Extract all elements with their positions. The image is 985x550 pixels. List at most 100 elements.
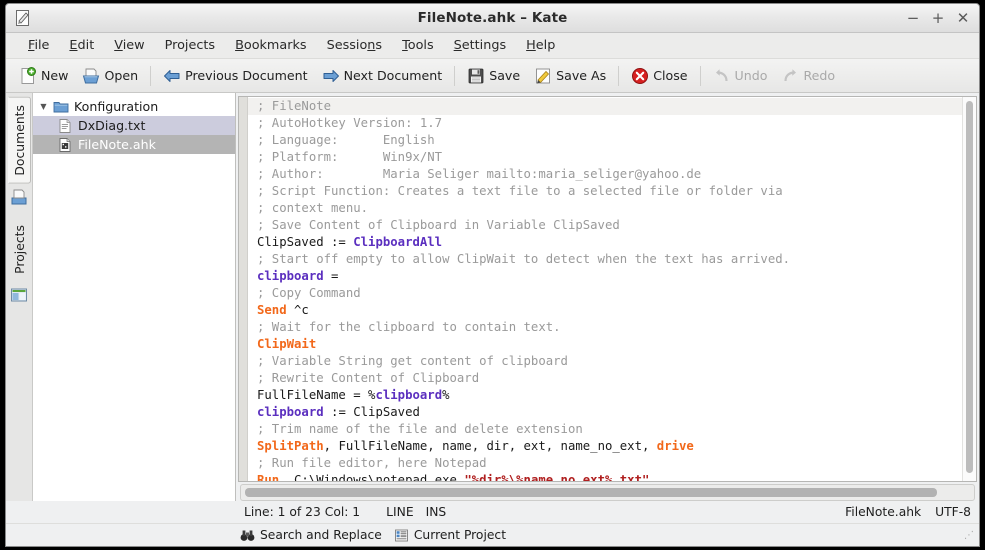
vertical-scroll-thumb[interactable] [966, 101, 973, 473]
maximize-icon[interactable]: + [931, 10, 945, 26]
code-token: = [323, 269, 339, 283]
code-line[interactable]: ; Wait for the clipboard to contain text… [248, 319, 962, 336]
code-line[interactable]: ; Copy Command [248, 285, 962, 302]
cursor-position: Line: 1 of 23 Col: 1 [244, 505, 361, 519]
insert-mode[interactable]: INS [426, 505, 447, 519]
save-as-button[interactable]: Save As [527, 63, 613, 89]
code-line[interactable]: SplitPath, FullFileName, name, dir, ext,… [248, 438, 962, 455]
code-token: ; Script Function: Creates a text file t… [257, 184, 783, 198]
menu-tools[interactable]: Tools [392, 35, 444, 56]
close-button[interactable]: Close [624, 63, 694, 89]
menu-edit[interactable]: Edit [59, 35, 104, 56]
save-as-pencil-icon [534, 67, 552, 85]
code-line[interactable]: ; Rewrite Content of Clipboard [248, 370, 962, 387]
code-token: Send [257, 303, 287, 317]
code-line[interactable]: Send ^c [248, 302, 962, 319]
kate-editor-icon [14, 9, 32, 27]
close-icon[interactable]: ✕ [956, 10, 970, 26]
menu-bar: File Edit View Projects Bookmarks Sessio… [6, 33, 979, 59]
code-line[interactable]: clipboard = [248, 268, 962, 285]
current-project-button[interactable]: Current Project [392, 527, 512, 544]
code-line[interactable]: ; Author: Maria Seliger mailto:maria_sel… [248, 166, 962, 183]
code-token: drive [656, 439, 694, 453]
editor-horizontal-scrollbar[interactable] [240, 484, 975, 501]
documents-tree[interactable]: ▼ Konfiguration DxDiag.txt FileNote.ahk [33, 93, 236, 501]
binoculars-icon [240, 528, 255, 543]
tree-root-label: Konfiguration [74, 99, 159, 114]
code-line[interactable]: ; Variable String get content of clipboa… [248, 353, 962, 370]
code-token: ClipWait [257, 337, 317, 351]
code-line[interactable]: ; Trim name of the file and delete exten… [248, 421, 962, 438]
selection-mode[interactable]: LINE [386, 505, 413, 519]
search-and-replace-button[interactable]: Search and Replace [238, 527, 388, 544]
menu-projects[interactable]: Projects [155, 35, 225, 56]
menu-file[interactable]: File [18, 35, 59, 56]
documents-icon [9, 187, 29, 207]
open-button[interactable]: Open [75, 63, 145, 89]
redo-button-label: Redo [803, 68, 836, 83]
tree-item-filenote[interactable]: FileNote.ahk [33, 135, 235, 154]
kate-main-window: FileNote.ahk – Kate − + ✕ File Edit View… [5, 3, 980, 547]
code-line[interactable]: ClipWait [248, 336, 962, 353]
current-project-label: Current Project [413, 528, 507, 542]
code-token: := ClipSaved [323, 405, 420, 419]
code-line[interactable]: Run, C:\Windows\notepad.exe "%dir%\%name… [248, 472, 962, 481]
code-line[interactable]: ; Save Content of Clipboard in Variable … [248, 217, 962, 234]
projects-icon [9, 285, 29, 305]
code-token: ; Trim name of the file and delete exten… [257, 422, 583, 436]
next-document-label: Next Document [343, 68, 443, 83]
previous-document-button[interactable]: Previous Document [156, 63, 314, 89]
code-line[interactable]: ; context menu. [248, 200, 962, 217]
floppy-disk-icon [467, 67, 485, 85]
sidebar-tab-projects[interactable]: Projects [8, 217, 31, 315]
code-editor[interactable]: ; FileNote ; AutoHotkey Version: 1.7 ; Lan… [238, 96, 977, 482]
chevron-down-icon[interactable]: ▼ [39, 102, 48, 111]
status-line-info: Line: 1 of 23 Col: 1 LINE INS FileNote.a… [6, 501, 979, 523]
code-token: clipboard [257, 405, 324, 419]
arrow-left-icon [163, 67, 181, 85]
code-line[interactable]: ; AutoHotkey Version: 1.7 [248, 115, 962, 132]
menu-help[interactable]: Help [516, 35, 565, 56]
code-line[interactable]: FullFileName = %clipboard% [248, 387, 962, 404]
sidebar-tab-documents[interactable]: Documents [7, 97, 31, 217]
code-line[interactable]: ClipSaved := ClipboardAll [248, 234, 962, 251]
code-line[interactable]: ; Platform: Win9x/NT [248, 149, 962, 166]
editor-vertical-scrollbar[interactable] [962, 97, 976, 481]
code-line[interactable]: ; Script Function: Creates a text file t… [248, 183, 962, 200]
code-line[interactable]: ; FileNote [248, 98, 962, 115]
save-button-label: Save [489, 68, 521, 83]
bottom-tool-strip: Search and Replace Current Project ⋰ [6, 523, 979, 546]
code-text-area[interactable]: ; FileNote ; AutoHotkey Version: 1.7 ; Lan… [248, 97, 962, 481]
code-line[interactable]: clipboard := ClipSaved [248, 404, 962, 421]
resize-grip[interactable]: ⋰ [964, 530, 975, 541]
menu-view[interactable]: View [104, 35, 154, 56]
project-list-icon [394, 528, 409, 543]
code-line[interactable]: ; Language: English [248, 132, 962, 149]
toolbar-separator-2 [454, 65, 456, 86]
menu-bookmarks[interactable]: Bookmarks [225, 35, 317, 56]
code-line[interactable]: ; Run file editor, here Notepad [248, 455, 962, 472]
code-line[interactable]: ; Start off empty to allow ClipWait to d… [248, 251, 962, 268]
new-button[interactable]: New [12, 63, 75, 89]
undo-button: Undo [706, 63, 775, 89]
undo-arrow-icon [713, 67, 731, 85]
horizontal-scroll-thumb[interactable] [245, 488, 937, 497]
menu-sessions[interactable]: Sessions [317, 35, 393, 56]
code-token: ; Author: Maria Seliger mailto:maria_sel… [257, 167, 702, 181]
status-encoding[interactable]: UTF-8 [935, 505, 971, 519]
sidebar-tab-projects-label: Projects [11, 224, 27, 274]
editor-icon-border[interactable] [239, 97, 248, 481]
toolbar-separator-1 [150, 65, 152, 86]
status-filename: FileNote.ahk [845, 505, 922, 519]
tree-item-dxdiag[interactable]: DxDiag.txt [33, 116, 235, 135]
status-bar: Line: 1 of 23 Col: 1 LINE INS FileNote.a… [6, 501, 979, 546]
code-token: ; Platform: Win9x/NT [257, 150, 443, 164]
minimize-icon[interactable]: − [906, 10, 920, 26]
code-token: ; FileNote [257, 99, 332, 113]
tree-root-konfiguration[interactable]: ▼ Konfiguration [33, 97, 235, 116]
menu-settings[interactable]: Settings [444, 35, 517, 56]
next-document-button[interactable]: Next Document [315, 63, 450, 89]
code-token: ; context menu. [257, 201, 369, 215]
code-token: ClipSaved := [257, 235, 354, 249]
save-button[interactable]: Save [460, 63, 527, 89]
